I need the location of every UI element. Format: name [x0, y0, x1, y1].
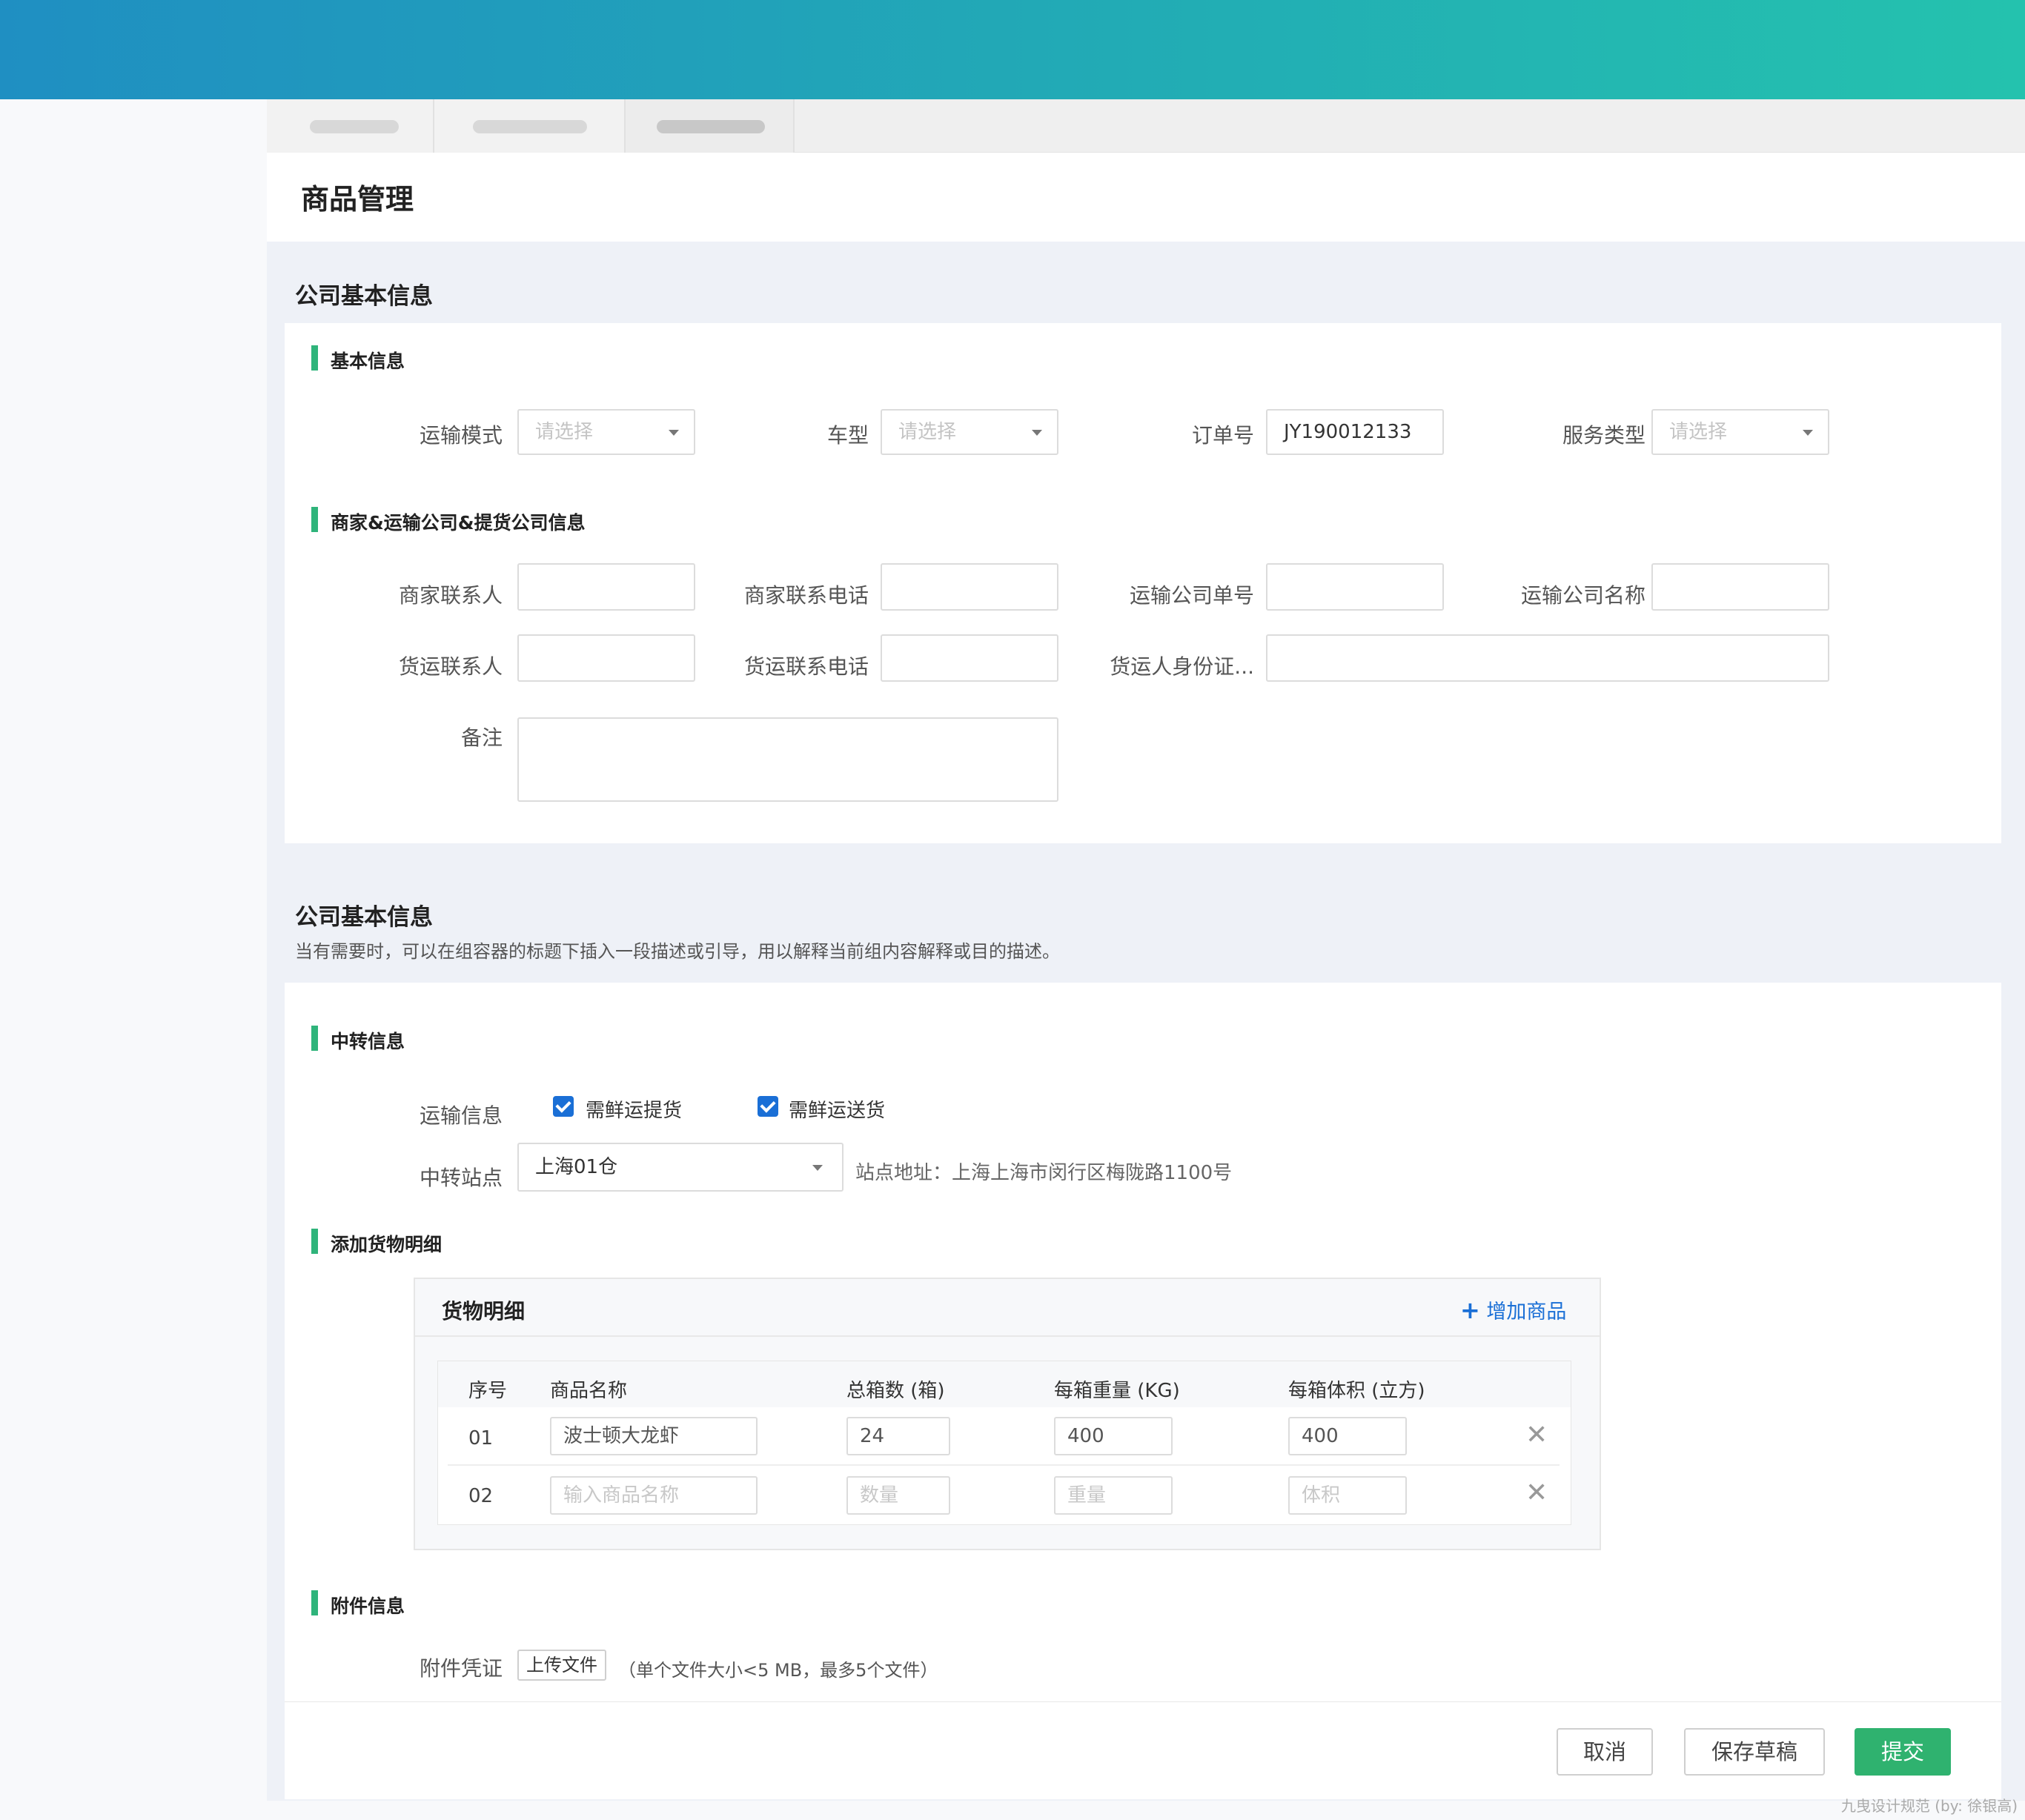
- group-1-title: 公司基本信息: [295, 283, 433, 310]
- col-header-volume: 每箱体积 (立方): [1288, 1380, 1425, 1402]
- attachment-label: 附件凭证: [419, 1656, 503, 1681]
- row-2-weight-placeholder: 重量: [1067, 1484, 1107, 1507]
- section-cargo-title: 添加货物明细: [311, 1229, 442, 1257]
- row-1-name-input[interactable]: 波士顿大龙虾: [550, 1417, 758, 1455]
- row-2-volume-input[interactable]: 体积: [1288, 1476, 1407, 1515]
- group-2-title: 公司基本信息: [295, 904, 433, 931]
- row-1-weight-value: 400: [1067, 1425, 1104, 1447]
- row-1-count-value: 24: [860, 1425, 885, 1447]
- row-2-count-placeholder: 数量: [860, 1484, 899, 1507]
- station-address: 站点地址：上海上海市闵行区梅陇路1100号: [855, 1162, 1233, 1184]
- row-2-count-input[interactable]: 数量: [846, 1476, 950, 1515]
- transport-info-label: 运输信息: [419, 1103, 503, 1128]
- merchant-contact-label: 商家联系人: [398, 583, 503, 608]
- page-title-bar: [267, 153, 2025, 242]
- upload-hint: （单个文件大小<5 MB，最多5个文件）: [618, 1660, 938, 1681]
- watermark: 九曳设计规范 (by: 徐银高): [1840, 1797, 2018, 1815]
- freight-id-label: 货运人身份证...: [1110, 654, 1254, 679]
- carrier-name-label: 运输公司名称: [1520, 583, 1645, 608]
- fresh-delivery-checkbox[interactable]: [758, 1096, 778, 1117]
- row-1-weight-input[interactable]: 400: [1054, 1417, 1173, 1455]
- carrier-name-input[interactable]: [1651, 563, 1829, 611]
- cargo-detail-title: 货物明细: [442, 1299, 526, 1324]
- row-1-name-value: 波士顿大龙虾: [563, 1425, 680, 1447]
- fresh-delivery-label[interactable]: 需鲜运送货: [789, 1095, 885, 1123]
- group-2-description: 当有需要时，可以在组容器的标题下插入一段描述或引导，用以解释当前组内容解释或目的…: [295, 941, 1060, 962]
- row-divider: [448, 1464, 1560, 1466]
- tab-3[interactable]: [626, 99, 795, 153]
- col-header-weight: 每箱重量 (KG): [1054, 1380, 1180, 1402]
- row-1-volume-input[interactable]: 400: [1288, 1417, 1407, 1455]
- service-type-select[interactable]: 请选择: [1651, 409, 1829, 455]
- service-type-placeholder: 请选择: [1669, 421, 1728, 443]
- plus-icon: +: [1460, 1296, 1480, 1324]
- transport-mode-label: 运输模式: [419, 423, 503, 448]
- save-draft-button[interactable]: 保存草稿: [1684, 1728, 1825, 1776]
- chevron-down-icon: [812, 1165, 823, 1171]
- fresh-pickup-label[interactable]: 需鲜运提货: [586, 1095, 682, 1123]
- row-2-name-placeholder: 输入商品名称: [563, 1484, 680, 1507]
- carrier-no-label: 运输公司单号: [1129, 583, 1254, 608]
- row-1-count-input[interactable]: 24: [846, 1417, 950, 1455]
- sidebar: [0, 99, 267, 1801]
- row-2-weight-input[interactable]: 重量: [1054, 1476, 1173, 1515]
- col-header-name: 商品名称: [550, 1380, 628, 1402]
- row-2-volume-placeholder: 体积: [1302, 1484, 1341, 1507]
- freight-contact-label: 货运联系人: [398, 654, 503, 679]
- station-select[interactable]: 上海01仓: [517, 1143, 844, 1192]
- section-transit-title: 中转信息: [311, 1026, 405, 1054]
- top-header-bar: [0, 0, 2025, 99]
- cancel-button[interactable]: 取消: [1557, 1728, 1653, 1776]
- tab-1[interactable]: [267, 99, 434, 153]
- row-1-no: 01: [468, 1427, 494, 1449]
- tab-1-placeholder: [310, 120, 399, 133]
- remark-textarea[interactable]: [517, 717, 1058, 802]
- order-no-value: JY190012133: [1284, 421, 1412, 443]
- station-label: 中转站点: [419, 1166, 503, 1190]
- station-value: 上海01仓: [535, 1156, 618, 1178]
- vehicle-label: 车型: [826, 423, 869, 448]
- freight-phone-label: 货运联系电话: [743, 654, 869, 679]
- freight-id-input[interactable]: [1266, 634, 1829, 682]
- chevron-down-icon: [1803, 430, 1813, 436]
- row-2-name-input[interactable]: 输入商品名称: [550, 1476, 758, 1515]
- transport-mode-placeholder: 请选择: [535, 421, 594, 443]
- vehicle-placeholder: 请选择: [898, 421, 957, 443]
- tab-2[interactable]: [434, 99, 626, 153]
- submit-button[interactable]: 提交: [1855, 1728, 1951, 1776]
- col-header-count: 总箱数 (箱): [846, 1380, 945, 1402]
- service-type-label: 服务类型: [1562, 423, 1645, 448]
- page-title: 商品管理: [301, 183, 414, 216]
- row-2-delete-icon[interactable]: ✕: [1525, 1478, 1548, 1508]
- add-product-button[interactable]: + 增加商品: [1460, 1295, 1566, 1324]
- upload-file-button[interactable]: 上传文件: [517, 1650, 606, 1681]
- tab-3-placeholder: [657, 120, 765, 133]
- remark-label: 备注: [460, 725, 503, 750]
- tab-bar: [267, 99, 2025, 153]
- col-header-no: 序号: [468, 1380, 508, 1402]
- add-product-label: 增加商品: [1486, 1301, 1567, 1324]
- section-basic-info-title: 基本信息: [311, 345, 405, 373]
- row-2-no: 02: [468, 1485, 494, 1507]
- section-merchant-title: 商家&运输公司&提货公司信息: [311, 507, 586, 535]
- section-attachment-title: 附件信息: [311, 1590, 405, 1618]
- merchant-phone-label: 商家联系电话: [743, 583, 869, 608]
- row-1-volume-value: 400: [1302, 1425, 1339, 1447]
- order-no-label: 订单号: [1191, 423, 1254, 448]
- tab-2-placeholder: [473, 120, 587, 133]
- fresh-pickup-checkbox[interactable]: [553, 1096, 574, 1117]
- cargo-detail-divider: [415, 1335, 1600, 1337]
- row-1-delete-icon[interactable]: ✕: [1525, 1420, 1548, 1450]
